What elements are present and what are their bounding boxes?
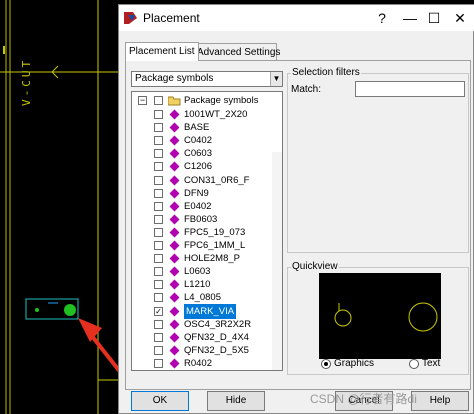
tree-root-label: Package symbols <box>184 95 259 106</box>
item-checkbox[interactable]: ✓ <box>154 306 163 316</box>
graphics-radio-label: Graphics <box>334 358 375 369</box>
text-radio-label: Text <box>422 358 441 369</box>
package-symbol-icon <box>169 188 180 199</box>
quickview-title: Quickview <box>291 261 339 272</box>
package-symbol-icon <box>169 345 180 356</box>
package-symbol-icon <box>169 148 180 159</box>
tree-root[interactable]: − Package symbols <box>132 93 282 108</box>
package-symbol-icon <box>169 279 180 290</box>
item-checkbox[interactable] <box>154 267 163 277</box>
package-symbol-icon <box>169 240 180 251</box>
collapse-icon[interactable]: − <box>138 96 147 105</box>
package-symbol-icon <box>169 161 180 172</box>
via-preview-graphic <box>334 302 438 332</box>
chevron-down-icon[interactable]: ▼ <box>270 72 282 86</box>
item-checkbox[interactable] <box>154 201 163 211</box>
item-checkbox[interactable] <box>154 293 163 303</box>
folder-icon <box>168 96 181 106</box>
item-checkbox[interactable] <box>154 162 163 172</box>
package-symbol-icon <box>169 175 180 185</box>
selection-filters-group <box>287 73 469 253</box>
tree-scrollbar[interactable] <box>272 152 282 370</box>
tab-placement-list[interactable]: Placement List <box>125 42 199 61</box>
ok-button[interactable]: OK <box>131 391 189 411</box>
app-logo-icon <box>124 12 137 24</box>
item-checkbox[interactable] <box>154 227 163 237</box>
dialog-title: Placement <box>143 11 200 25</box>
item-checkbox[interactable] <box>154 123 163 133</box>
package-symbol-icon <box>169 292 180 303</box>
tree-item-label: R0402 <box>184 357 212 369</box>
package-symbol-icon <box>169 135 180 146</box>
package-symbol-icon <box>169 358 180 369</box>
tab-advanced-settings[interactable]: Advanced Settings <box>193 43 280 61</box>
item-checkbox[interactable] <box>154 136 163 146</box>
package-symbol-icon <box>169 122 180 133</box>
item-checkbox[interactable] <box>154 280 163 290</box>
item-checkbox[interactable] <box>154 345 163 355</box>
package-symbol-icon <box>169 227 180 238</box>
title-bar[interactable]: Placement ? — ☐ ✕ <box>119 5 474 31</box>
item-checkbox[interactable] <box>154 175 163 185</box>
package-symbol-icon <box>169 332 180 343</box>
package-symbol-icon <box>169 253 180 264</box>
text-radio[interactable] <box>409 359 419 369</box>
placement-dialog: Placement ? — ☐ ✕ Placement List Advance… <box>118 4 474 414</box>
tree-item[interactable]: R0402 <box>132 356 282 370</box>
item-checkbox[interactable] <box>154 332 163 342</box>
match-input[interactable] <box>355 81 465 97</box>
item-checkbox[interactable] <box>154 319 163 329</box>
package-tree[interactable]: − Package symbols 1001WT_2X20 BASE C0402 C0… <box>131 91 283 371</box>
item-checkbox[interactable] <box>154 358 163 368</box>
selection-filters-title: Selection filters <box>291 67 361 78</box>
watermark: CSDN @行者有路di <box>310 392 417 406</box>
item-checkbox[interactable] <box>154 110 163 119</box>
help-title-button[interactable]: ? <box>367 7 397 29</box>
item-checkbox[interactable] <box>154 149 163 159</box>
v-cut-label: V-CUT <box>20 57 33 107</box>
package-symbol-icon <box>169 266 180 277</box>
package-symbol-icon <box>169 201 180 212</box>
package-symbol-icon <box>169 306 180 316</box>
dropdown-value: Package symbols <box>135 73 214 84</box>
item-checkbox[interactable] <box>154 254 163 264</box>
graphics-radio[interactable] <box>321 359 331 369</box>
item-checkbox[interactable] <box>154 214 163 224</box>
package-symbol-icon <box>169 214 180 225</box>
root-checkbox[interactable] <box>154 96 163 105</box>
quickview-canvas <box>319 273 441 359</box>
package-symbol-icon <box>169 109 180 120</box>
match-label: Match: <box>291 84 322 95</box>
hide-button[interactable]: Hide <box>207 391 265 411</box>
symbol-type-dropdown[interactable]: Package symbols ▼ <box>131 71 283 87</box>
item-checkbox[interactable] <box>154 188 163 198</box>
help-button[interactable]: Help <box>411 391 469 411</box>
close-button[interactable]: ✕ <box>445 7 474 29</box>
package-symbol-icon <box>169 319 180 330</box>
item-checkbox[interactable] <box>154 241 163 250</box>
